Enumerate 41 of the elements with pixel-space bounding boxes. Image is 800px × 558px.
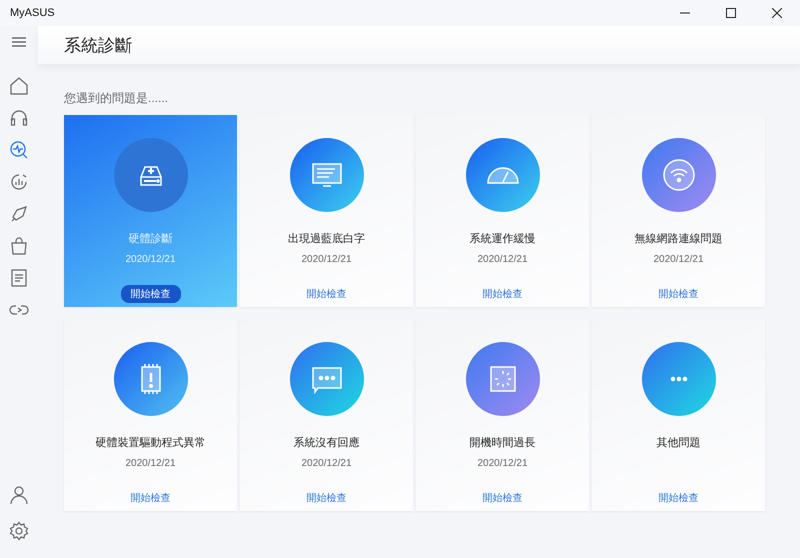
start-check-button[interactable]: 開始檢查 bbox=[296, 285, 356, 303]
problem-title: 硬體診斷 bbox=[128, 232, 172, 246]
window-title: MyASUS bbox=[9, 7, 55, 19]
maximize-icon bbox=[726, 8, 736, 18]
problem-date: 2020/12/21 bbox=[477, 254, 528, 266]
home-icon[interactable] bbox=[8, 75, 30, 97]
menu-icon bbox=[12, 37, 26, 47]
start-check-button[interactable]: 開始檢查 bbox=[472, 489, 532, 507]
start-check-button[interactable]: 開始檢查 bbox=[648, 285, 708, 303]
problem-card[interactable]: 無線網路連線問題 2020/12/21 開始檢查 bbox=[592, 115, 765, 307]
page-title: 系統診斷 bbox=[64, 34, 132, 56]
problem-title: 系統沒有回應 bbox=[294, 436, 360, 450]
problem-title: 硬體裝置驅動程式異常 bbox=[96, 436, 206, 450]
problem-card[interactable]: 出現過藍底白字 2020/12/21 開始檢查 bbox=[240, 115, 413, 307]
problem-card[interactable]: 開機時間過長 2020/12/21 開始檢查 bbox=[416, 319, 589, 511]
problem-date: 2020/12/21 bbox=[653, 254, 704, 266]
user-icon[interactable] bbox=[8, 484, 30, 506]
start-check-button[interactable]: 開始檢查 bbox=[648, 489, 708, 507]
start-check-button[interactable]: 開始檢查 bbox=[120, 489, 180, 507]
problem-date: 2020/12/21 bbox=[125, 254, 176, 266]
problem-title: 無線網路連線問題 bbox=[634, 232, 722, 246]
start-check-button[interactable]: 開始檢查 bbox=[472, 285, 532, 303]
problem-card[interactable]: 硬體裝置驅動程式異常 2020/12/21 開始檢查 bbox=[64, 319, 237, 511]
problem-card[interactable]: 系統沒有回應 2020/12/21 開始檢查 bbox=[240, 319, 413, 511]
problem-card[interactable]: 硬體診斷 2020/12/21 開始檢查 bbox=[64, 115, 237, 307]
problem-card[interactable]: 其他問題 開始檢查 bbox=[592, 319, 765, 511]
problem-date: 2020/12/21 bbox=[125, 458, 176, 470]
diagnosis-icon[interactable] bbox=[8, 139, 30, 161]
problem-title: 出現過藍底白字 bbox=[288, 232, 365, 246]
start-check-button[interactable]: 開始檢查 bbox=[296, 489, 356, 507]
problem-date: 2020/12/21 bbox=[301, 458, 352, 470]
problem-date: 2020/12/21 bbox=[301, 254, 352, 266]
problem-title: 系統運作緩慢 bbox=[470, 232, 536, 246]
settings-icon[interactable] bbox=[8, 520, 30, 542]
start-check-button[interactable]: 開始檢查 bbox=[120, 285, 180, 303]
problem-date: 2020/12/21 bbox=[477, 458, 528, 470]
close-icon bbox=[772, 8, 782, 18]
prompt-text: 您遇到的問題是...... bbox=[64, 90, 170, 107]
problem-title: 其他問題 bbox=[656, 436, 700, 450]
problem-title: 開機時間過長 bbox=[470, 436, 536, 450]
problem-card[interactable]: 系統運作緩慢 2020/12/21 開始檢查 bbox=[416, 115, 589, 307]
